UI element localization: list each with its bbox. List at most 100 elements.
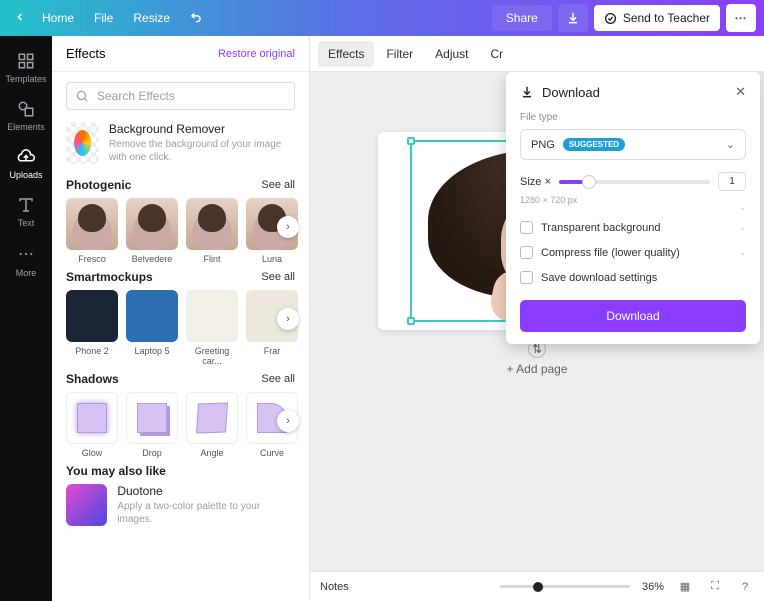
search-icon — [75, 89, 89, 103]
tab-filter[interactable]: Filter — [376, 41, 423, 67]
see-all-link[interactable]: See all — [261, 271, 295, 283]
checkbox-icon — [520, 221, 533, 234]
effect-card[interactable]: Flint — [186, 198, 238, 264]
check-circle-icon — [604, 12, 617, 25]
checkbox-icon — [520, 246, 533, 259]
search-input[interactable]: Search Effects — [66, 82, 295, 110]
transparent-checkbox[interactable]: Transparent background ⌄ — [520, 215, 746, 240]
section-ymal-title: You may also like — [66, 464, 166, 478]
tab-crop[interactable]: Cr — [481, 41, 514, 67]
search-placeholder: Search Effects — [97, 89, 175, 103]
save-settings-checkbox[interactable]: Save download settings — [520, 265, 746, 290]
bg-remover-title: Background Remover — [109, 122, 295, 136]
chevron-down-icon: ⌄ — [739, 203, 746, 212]
chevron-down-icon: ⌄ — [739, 248, 746, 257]
zoom-value: 36% — [642, 581, 664, 593]
resize-handle[interactable] — [407, 317, 415, 325]
photogenic-row: Fresco Belvedere Flint Luna › — [66, 198, 295, 264]
mockup-card[interactable]: Greeting car... — [186, 290, 238, 366]
tab-effects[interactable]: Effects — [318, 41, 374, 67]
undo-button[interactable] — [184, 10, 208, 27]
panel-title: Effects — [66, 46, 106, 61]
add-page-button[interactable]: + Add page — [506, 362, 567, 376]
top-bar: Home File Resize Share Send to Teacher ⋯ — [0, 0, 764, 36]
rail-elements[interactable]: Elements — [0, 92, 52, 140]
see-all-link[interactable]: See all — [261, 179, 295, 191]
download-button[interactable]: Download — [520, 300, 746, 332]
size-slider[interactable] — [559, 180, 710, 184]
chevron-down-icon: ⌄ — [739, 223, 746, 232]
duotone-desc: Apply a two-color palette to your images… — [117, 500, 295, 526]
send-teacher-button[interactable]: Send to Teacher — [594, 5, 720, 31]
shadow-card[interactable]: Angle — [186, 392, 238, 458]
shadow-card[interactable]: Glow — [66, 392, 118, 458]
more-icon: ⋯ — [18, 244, 34, 264]
elements-icon — [17, 100, 35, 118]
filetype-value: PNG — [531, 139, 555, 151]
scroll-right-button[interactable]: › — [277, 410, 299, 432]
section-smartmockups-title: Smartmockups — [66, 270, 153, 284]
background-remover-card[interactable]: Background Remover Remove the background… — [66, 122, 295, 164]
shadow-card[interactable]: Drop — [126, 392, 178, 458]
suggested-badge: SUGGESTED — [563, 138, 625, 151]
duotone-icon — [66, 484, 107, 526]
filetype-label: File type — [520, 112, 746, 123]
mockup-card[interactable]: Laptop 5 — [126, 290, 178, 366]
scroll-right-button[interactable]: › — [277, 308, 299, 330]
smartmockups-row: Phone 2 Laptop 5 Greeting car... Frar › — [66, 290, 295, 366]
menu-file[interactable]: File — [84, 11, 123, 25]
rail-templates[interactable]: Templates — [0, 44, 52, 92]
templates-icon — [17, 52, 35, 70]
download-icon — [520, 85, 534, 99]
close-icon[interactable]: ✕ — [735, 84, 746, 100]
effect-card[interactable]: Belvedere — [126, 198, 178, 264]
dimensions-text: 1280 × 720 px — [520, 195, 746, 205]
duotone-card[interactable]: Duotone Apply a two-color palette to you… — [66, 484, 295, 526]
more-button[interactable]: ⋯ — [726, 4, 756, 32]
effect-card[interactable]: Fresco — [66, 198, 118, 264]
rail-more[interactable]: ⋯ More — [0, 236, 52, 286]
bg-remover-desc: Remove the background of your image with… — [109, 138, 295, 164]
restore-original-link[interactable]: Restore original — [218, 48, 295, 60]
grid-view-icon[interactable]: ▦ — [676, 580, 694, 593]
section-photogenic-title: Photogenic — [66, 178, 131, 192]
size-label: Size × — [520, 176, 551, 188]
shadows-row: Glow Drop Angle Curve › — [66, 392, 295, 458]
rail-label: Text — [18, 218, 35, 228]
rail-label: Uploads — [9, 170, 42, 180]
download-icon-button[interactable] — [558, 4, 588, 32]
back-button[interactable] — [8, 11, 32, 26]
zoom-slider[interactable] — [500, 585, 630, 588]
popover-title: Download — [542, 85, 600, 100]
see-all-link[interactable]: See all — [261, 373, 295, 385]
left-rail: Templates Elements Uploads Text ⋯ More — [0, 36, 52, 601]
canvas-toolbar: Effects Filter Adjust Cr — [310, 36, 764, 72]
size-number-input[interactable]: 1 — [718, 172, 746, 191]
menu-home[interactable]: Home — [32, 11, 84, 25]
rail-uploads[interactable]: Uploads — [0, 140, 52, 188]
canvas-area: Effects Filter Adjust Cr — [310, 36, 764, 601]
compress-checkbox[interactable]: Compress file (lower quality) ⌄ — [520, 240, 746, 265]
notes-button[interactable]: Notes — [320, 581, 349, 593]
bottom-bar: Notes 36% ▦ ⛶ ? — [310, 571, 764, 601]
section-shadows-title: Shadows — [66, 372, 119, 386]
fullscreen-icon[interactable]: ⛶ — [706, 580, 724, 593]
filetype-select[interactable]: PNG SUGGESTED ⌄ — [520, 129, 746, 160]
download-popover: Download ✕ File type PNG SUGGESTED ⌄ Siz… — [506, 72, 760, 344]
help-icon[interactable]: ? — [736, 581, 754, 593]
send-teacher-label: Send to Teacher — [623, 11, 710, 25]
share-button[interactable]: Share — [492, 5, 552, 31]
effects-panel: Effects Restore original Search Effects … — [52, 36, 310, 601]
uploads-icon — [17, 148, 35, 166]
chevron-down-icon: ⌄ — [726, 138, 735, 151]
rail-label: Elements — [7, 122, 45, 132]
rail-text[interactable]: Text — [0, 188, 52, 236]
rail-label: Templates — [5, 74, 46, 84]
text-icon — [17, 196, 35, 214]
menu-resize[interactable]: Resize — [123, 11, 180, 25]
duotone-title: Duotone — [117, 484, 295, 498]
resize-handle[interactable] — [407, 137, 415, 145]
tab-adjust[interactable]: Adjust — [425, 41, 478, 67]
scroll-right-button[interactable]: › — [277, 216, 299, 238]
mockup-card[interactable]: Phone 2 — [66, 290, 118, 366]
